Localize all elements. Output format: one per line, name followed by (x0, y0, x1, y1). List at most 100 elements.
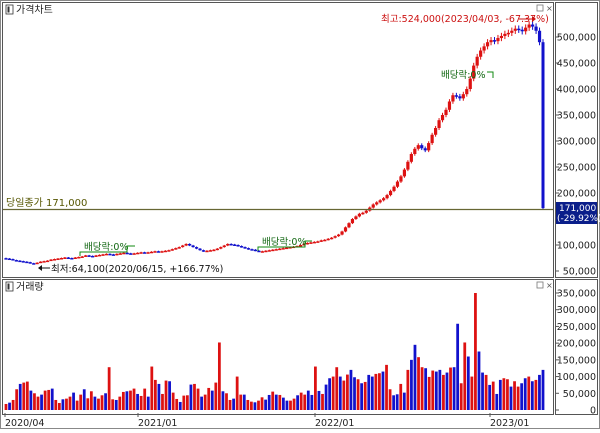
volume-bar (513, 381, 516, 410)
volume-tick-label: 0 (590, 406, 596, 417)
candle-body (53, 259, 56, 261)
volume-tick-label: 350,000 (557, 289, 596, 300)
volume-bar (275, 395, 278, 410)
volume-bar (406, 370, 409, 410)
candle-body (4, 258, 7, 260)
candle-body (216, 249, 219, 251)
panel-close-button[interactable]: × (546, 281, 553, 290)
candle-body (18, 261, 21, 263)
volume-tick-label: 100,000 (557, 372, 596, 383)
volume-bar (147, 397, 150, 410)
volume-bar (346, 375, 349, 410)
volume-title-group: 거래량 (6, 281, 44, 293)
volume-bar (232, 399, 235, 410)
volume-bar (485, 375, 488, 410)
volume-bar (296, 395, 299, 410)
volume-bar (26, 382, 29, 410)
volume-bar (428, 377, 431, 410)
candle-body (70, 258, 73, 260)
candle-body (185, 244, 188, 246)
volume-bar (481, 373, 484, 410)
volume-tick-label: 300,000 (557, 305, 596, 316)
volume-bar (197, 389, 200, 410)
volume-bar (449, 368, 452, 410)
candle-body (230, 244, 233, 246)
candle-body (538, 31, 541, 42)
volume-bar (236, 377, 239, 410)
volume-bar (286, 401, 289, 410)
candle-body (510, 31, 513, 33)
volume-bar (310, 395, 313, 410)
volume-bar (463, 342, 466, 410)
volume-bar (307, 391, 310, 410)
candle-body (129, 253, 132, 255)
volume-bar (438, 370, 441, 410)
candle-body (240, 246, 243, 248)
volume-bar (350, 370, 353, 410)
volume-bar (101, 395, 104, 410)
volume-bar (214, 383, 217, 410)
volume-bar (499, 380, 502, 410)
candle-body (198, 249, 201, 251)
candle-body (354, 216, 357, 219)
panel-close-button[interactable]: × (546, 4, 553, 13)
volume-bar (278, 395, 281, 410)
panel-maximize-button[interactable] (537, 282, 543, 288)
candle-body (157, 251, 160, 253)
volume-bar (535, 380, 538, 410)
candle-body (49, 260, 52, 262)
candle-body (385, 195, 388, 198)
volume-tick-label: 150,000 (557, 355, 596, 366)
candle-body (174, 248, 177, 250)
volume-panel-title: 거래량 (16, 281, 44, 293)
volume-bar (15, 389, 18, 410)
candle-body (226, 244, 229, 246)
candle-body (403, 170, 406, 177)
volume-bar (12, 400, 15, 410)
candle-body (524, 28, 527, 32)
volume-bar (19, 384, 22, 410)
volume-bar (229, 400, 232, 410)
volume-bar (403, 393, 406, 410)
volume-bar (211, 391, 214, 410)
price-tick-label: 450,000 (557, 59, 596, 70)
price-tick-label: 500,000 (557, 33, 596, 44)
candle-body (56, 259, 59, 261)
low-annotation: 최저:64,100(2020/06/15, +166.77%) (51, 264, 223, 275)
candle-body (365, 211, 368, 213)
candle-body (164, 251, 167, 253)
volume-bar (22, 383, 25, 410)
volume-bar (40, 395, 43, 410)
volume-bar (378, 373, 381, 410)
price-tick-label: 200,000 (557, 189, 596, 200)
candle-body (115, 254, 118, 256)
candle-body (441, 115, 444, 120)
price-tick-label: 350,000 (557, 111, 596, 122)
volume-bar (542, 370, 545, 410)
current-close-label: 당일종가 171,000 (6, 197, 87, 209)
panel-maximize-button[interactable] (537, 5, 543, 11)
candle-body (347, 223, 350, 227)
candle-body (122, 253, 125, 255)
volume-bar (186, 395, 189, 410)
candle-body (153, 251, 156, 253)
candle-body (344, 227, 347, 231)
candle-body (261, 251, 264, 253)
candle-body (406, 162, 409, 170)
volume-bar (392, 395, 395, 410)
candle-body (136, 253, 139, 255)
volume-bar (410, 360, 413, 410)
volume-panel: 거래량 × 350,000300,000250,000200,000150,00… (3, 280, 598, 417)
date-tick-label: 2023/01 (490, 418, 529, 429)
volume-bar (371, 377, 374, 410)
volume-bar (207, 388, 210, 410)
volume-bar (478, 352, 481, 411)
volume-bar (325, 385, 328, 410)
candle-body (254, 250, 257, 252)
candle-body (219, 247, 222, 249)
candle-body (91, 256, 94, 257)
volume-bar (470, 377, 473, 410)
volume-bar (65, 399, 68, 410)
volume-bar (328, 378, 331, 410)
candle-body (320, 240, 323, 242)
